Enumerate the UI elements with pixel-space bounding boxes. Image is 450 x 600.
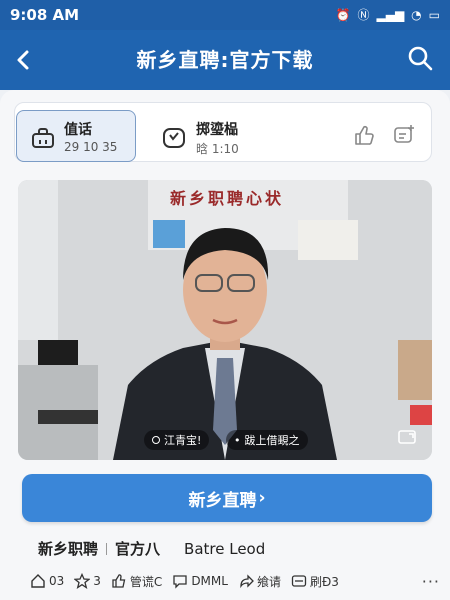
video-chip-location[interactable]: 江青宝! — [144, 430, 210, 450]
fullscreen-icon[interactable] — [398, 430, 416, 444]
caption-icon — [291, 575, 307, 587]
action-star-label: 3 — [93, 574, 101, 588]
action-share-label: 飨请 — [256, 574, 281, 589]
video-chip-info-label: 跋上借覡之 — [244, 434, 300, 447]
video-chip-location-label: 江青宝! — [164, 434, 202, 447]
caption-part-3: Batre Leod — [184, 539, 266, 558]
caption-part-2: 官方八 — [115, 540, 161, 558]
caption-part-1: 新乡职聘 — [38, 540, 99, 558]
info-card-meeting-title: 掷瑬榀 — [196, 122, 238, 138]
caption-divider — [106, 542, 108, 555]
briefcase-icon — [32, 128, 54, 148]
video-wall-text: 新乡职聘心状 — [170, 189, 285, 208]
more-options-icon[interactable]: ··· — [422, 572, 440, 591]
info-card-contact-title: 值话 — [64, 122, 92, 138]
back-arrow-icon[interactable] — [10, 46, 38, 74]
primary-button-label: 新乡直聘 — [188, 490, 257, 511]
wifi-icon: ◔ — [411, 8, 422, 22]
action-like-label: 管谎C — [129, 574, 163, 589]
action-star[interactable]: 3 — [74, 573, 101, 589]
status-icons: ⏰ Ⓝ ▂▄▆ ◔ ▭ — [336, 9, 440, 21]
action-comment[interactable]: DMML — [172, 573, 228, 589]
action-row: 03 3 管谎C DMML 飨请 刷Đ3 ··· — [30, 568, 440, 594]
thumbs-up-icon[interactable] — [352, 123, 376, 147]
action-caption[interactable]: 刷Đ3 — [291, 573, 339, 590]
page-title: 新乡直聘:官方下载 — [136, 48, 314, 72]
action-caption-label: 刷Đ3 — [309, 574, 339, 589]
video-frame — [18, 180, 432, 460]
nav-bar: 新乡直聘:官方下载 — [0, 30, 450, 90]
home-icon — [31, 574, 45, 588]
action-like[interactable]: 管谎C — [111, 573, 162, 590]
battery-icon: ▭ — [428, 8, 440, 22]
action-home-label: 03 — [49, 574, 65, 588]
alarm-icon: ⏰ — [335, 8, 351, 22]
action-home[interactable]: 03 — [30, 573, 64, 589]
nfc-icon: Ⓝ — [357, 8, 370, 22]
action-share[interactable]: 飨请 — [238, 573, 281, 590]
comment-icon — [173, 575, 187, 589]
info-card-contact-subtitle: 29 10 35 — [64, 140, 118, 154]
bullet-icon: • — [234, 433, 241, 447]
location-dot-icon — [152, 436, 160, 444]
signal-icon: ▂▄▆ — [376, 8, 405, 22]
star-icon — [74, 573, 91, 589]
share-icon — [240, 574, 254, 589]
status-bar: 9:08 AM ⏰ Ⓝ ▂▄▆ ◔ ▭ — [0, 0, 450, 30]
thumb-icon — [112, 574, 126, 588]
video-chip-info[interactable]: • 跋上借覡之 — [226, 430, 308, 450]
info-card-meeting-subtitle: 晗 1:10 — [196, 142, 239, 156]
video-player[interactable]: 新乡职聘心状 江青宝! • 跋上借覡之 — [18, 180, 432, 460]
chevron-right-icon: › — [258, 488, 266, 508]
hand-icon[interactable] — [160, 123, 188, 151]
search-icon[interactable] — [406, 44, 436, 74]
primary-download-button[interactable]: 新乡直聘 › — [22, 474, 432, 522]
action-comment-label: DMML — [191, 574, 228, 588]
status-time: 9:08 AM — [10, 6, 80, 24]
video-caption: 新乡职聘 官方八 Batre Leod — [38, 538, 265, 559]
add-playlist-icon[interactable] — [392, 123, 416, 147]
